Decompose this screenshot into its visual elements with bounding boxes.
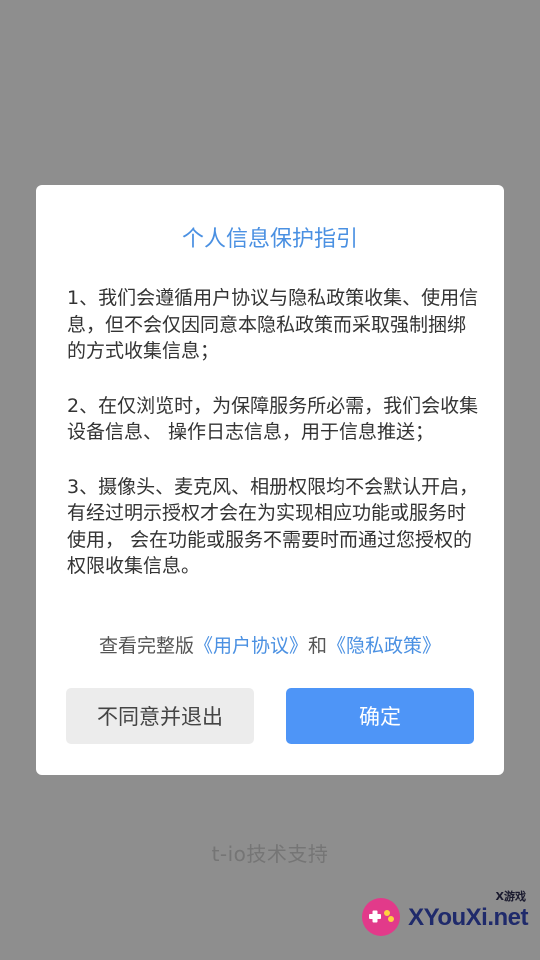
links-conjunction: 和	[308, 635, 328, 657]
confirm-button[interactable]: 确定	[286, 688, 474, 744]
dialog-body: 1、我们会遵循用户协议与隐私政策收集、使用信息，但不会仅因同意本隐私政策而采取强…	[67, 285, 479, 608]
links-prefix: 查看完整版	[98, 635, 194, 657]
tech-support-text: t-io技术支持	[211, 842, 329, 866]
policy-paragraph-1: 1、我们会遵循用户协议与隐私政策收集、使用信息，但不会仅因同意本隐私政策而采取强…	[67, 287, 479, 362]
gamepad-logo-icon	[362, 898, 400, 936]
policy-paragraph-2: 2、在仅浏览时，为保障服务所必需，我们会收集设备信息、 操作日志信息，用于信息推…	[67, 394, 479, 444]
watermark-main-text: XYouXi.net	[408, 904, 528, 931]
privacy-policy-link[interactable]: 《隐私政策》	[327, 635, 441, 657]
policy-links-line: 查看完整版《用户协议》和《隐私政策》	[36, 631, 504, 658]
user-agreement-link[interactable]: 《用户协议》	[194, 635, 308, 657]
site-watermark: X游戏 XYouXi.net	[360, 886, 530, 948]
privacy-dialog: 个人信息保护指引 1、我们会遵循用户协议与隐私政策收集、使用信息，但不会仅因同意…	[36, 185, 504, 775]
policy-paragraph-3: 3、摄像头、麦克风、相册权限均不会默认开启， 有经过明示授权才会在为实现相应功能…	[67, 475, 479, 578]
watermark-small-text: X游戏	[495, 890, 526, 903]
dialog-title: 个人信息保护指引	[181, 227, 358, 252]
disagree-exit-button[interactable]: 不同意并退出	[66, 688, 254, 744]
